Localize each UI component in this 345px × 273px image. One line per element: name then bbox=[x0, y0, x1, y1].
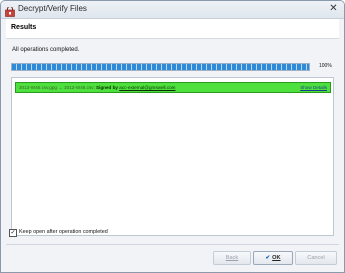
decrypt-verify-window: Decrypt/Verify Files ✕ Results All opera… bbox=[0, 0, 345, 273]
window-title: Decrypt/Verify Files bbox=[18, 4, 87, 13]
results-header: Results bbox=[6, 19, 339, 39]
button-separator bbox=[6, 244, 339, 245]
progress-percent: 100% bbox=[319, 63, 332, 69]
status-message: All operations completed. bbox=[12, 47, 80, 53]
checkmark-icon: ✔ bbox=[265, 255, 271, 261]
cancel-button[interactable]: Cancel bbox=[295, 251, 337, 265]
title-bar[interactable]: Decrypt/Verify Files ✕ bbox=[1, 1, 344, 19]
signed-by-label: Signed by bbox=[96, 85, 118, 90]
results-content: All operations completed. 100% 2013-W46.… bbox=[6, 39, 339, 243]
results-list: 2013-W46.csv.gpg → 2013-W46.csv: Signed … bbox=[11, 77, 334, 236]
ok-button[interactable]: ✔ OK bbox=[253, 251, 293, 265]
result-text: 2013-W46.csv.gpg → 2013-W46.csv: Signed … bbox=[19, 84, 176, 92]
page-title: Results bbox=[11, 24, 37, 31]
back-button[interactable]: Back bbox=[213, 251, 251, 265]
close-icon[interactable]: ✕ bbox=[327, 3, 340, 14]
cancel-button-label: Cancel bbox=[307, 255, 325, 261]
keep-open-checkbox[interactable]: ✓ bbox=[9, 229, 17, 237]
result-row: 2013-W46.csv.gpg → 2013-W46.csv: Signed … bbox=[15, 82, 331, 93]
keep-open-label[interactable]: Keep open after operation completed bbox=[19, 228, 108, 237]
show-details-link[interactable]: Show Details bbox=[300, 84, 327, 92]
app-icon bbox=[5, 4, 15, 17]
result-files: 2013-W46.csv.gpg → 2013-W46.csv: bbox=[19, 85, 95, 90]
progress-bar bbox=[11, 63, 310, 71]
signer-email: acc-external@gmswell.com bbox=[119, 85, 176, 90]
back-button-label: Back bbox=[225, 255, 239, 261]
progress-fill bbox=[12, 64, 309, 70]
ok-button-label: OK bbox=[272, 255, 281, 261]
